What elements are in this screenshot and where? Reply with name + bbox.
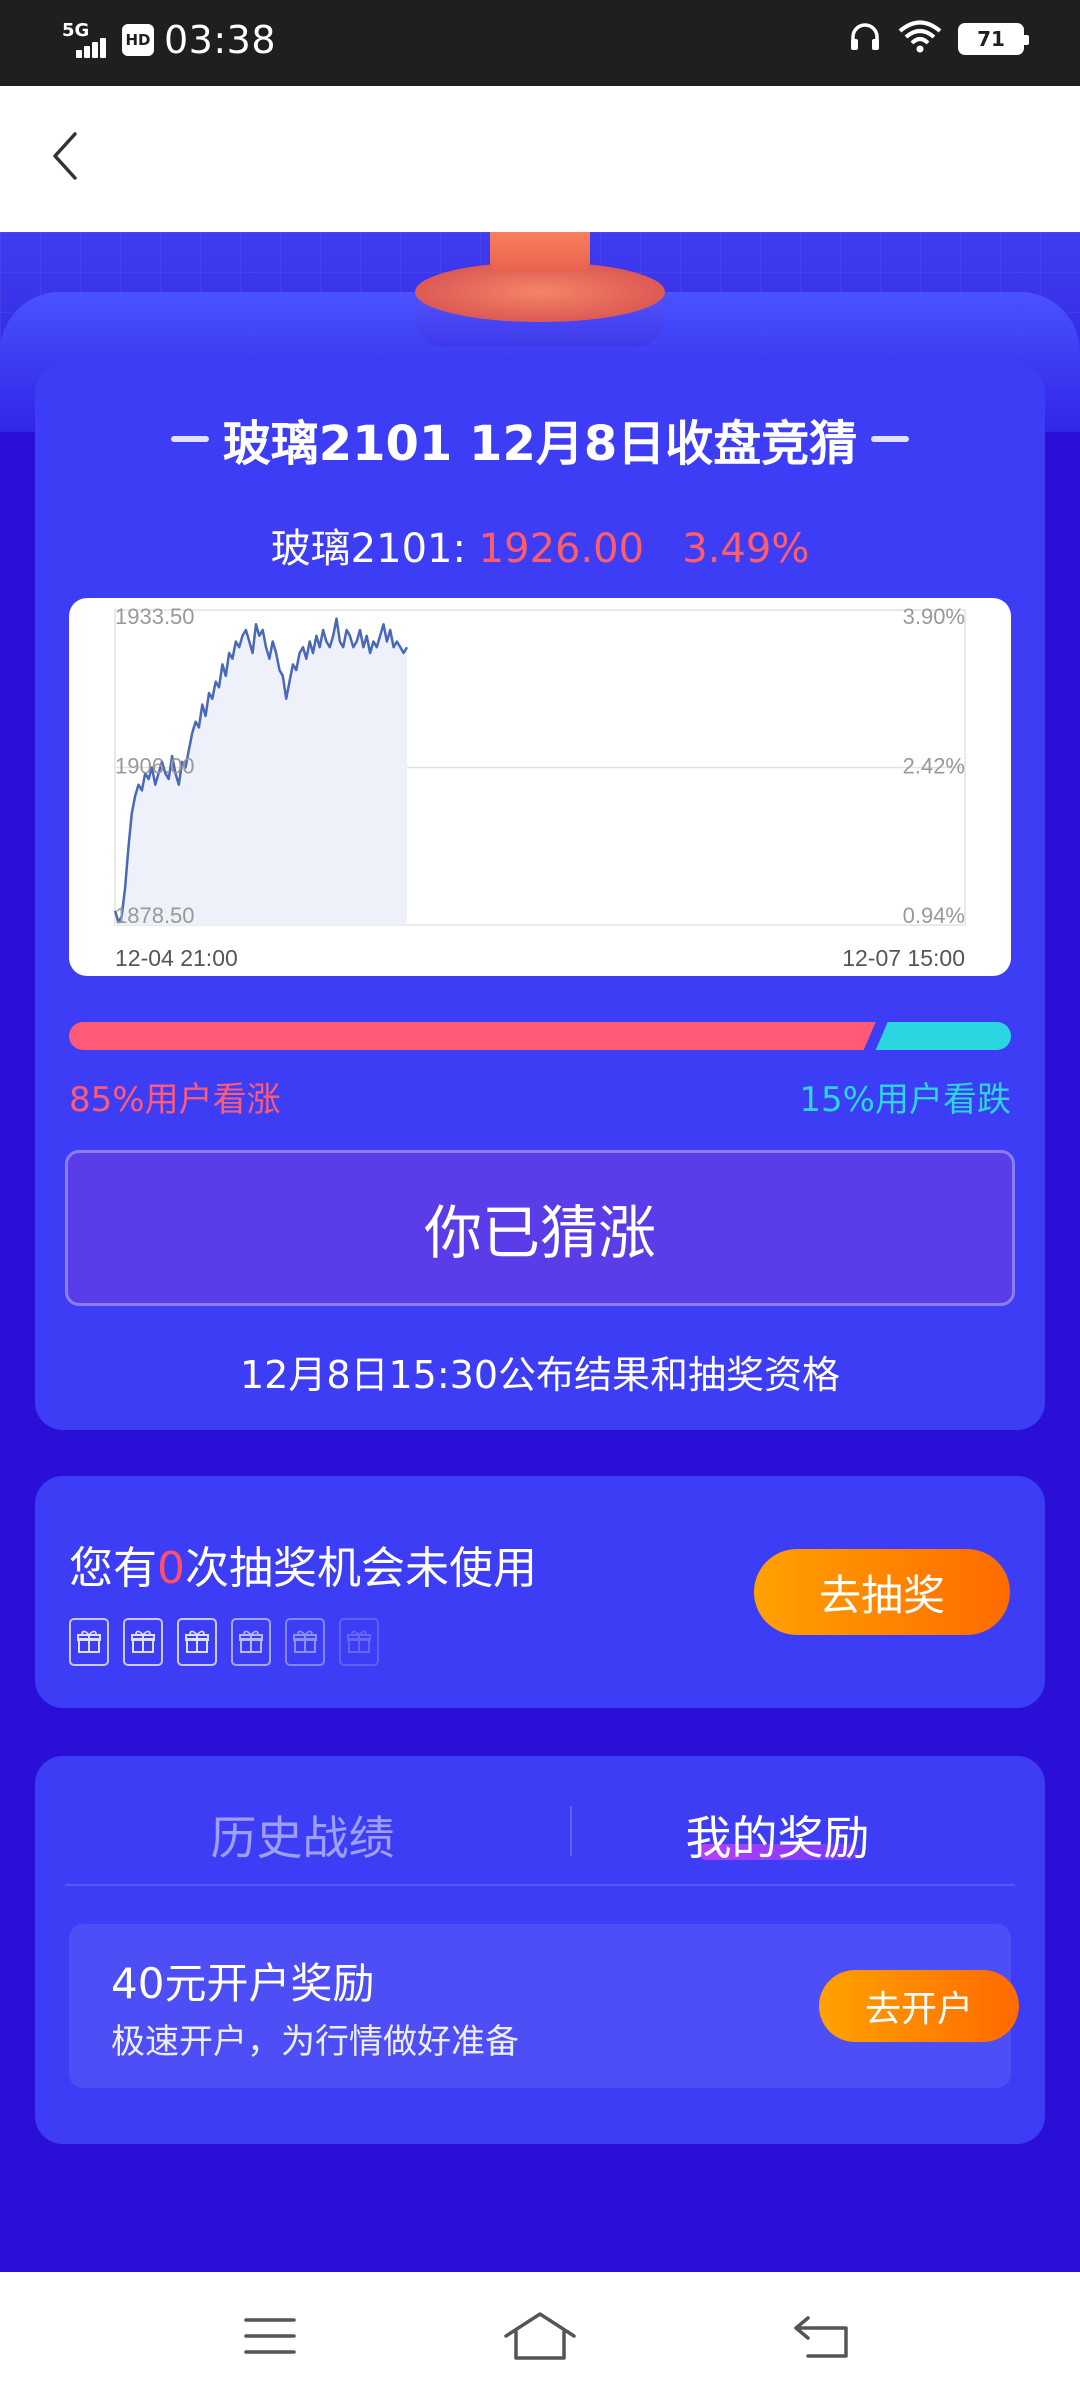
gift-icon [339, 1618, 379, 1666]
wifi-icon [898, 20, 942, 58]
bear-ratio-label: 15%用户看跌 [799, 1080, 1011, 1120]
reward-item: 40元开户奖励 极速开户，为行情做好准备 去开户 [69, 1924, 1019, 2088]
reward-title: 40元开户奖励 [111, 1959, 375, 2008]
announce-text: 12月8日15:30公布结果和抽奖资格 [239, 1353, 841, 1397]
gift-icon [285, 1618, 325, 1666]
tab-history[interactable]: 历史战绩 [65, 1802, 540, 1868]
podium-illustration [415, 232, 665, 347]
return-icon [794, 2316, 848, 2358]
gift-row [69, 1618, 379, 1666]
clock: 03:38 [164, 18, 277, 62]
network-type: 5G [62, 20, 90, 41]
price-row: 玻璃2101: 1926.00 3.49% [35, 516, 1045, 574]
lottery-chances-text: 您有0次抽奖机会未使用 [69, 1543, 537, 1594]
current-price: 1926.00 [478, 526, 645, 572]
price-change: 3.49% [682, 526, 810, 572]
y-tick-label-right: 3.90% [903, 604, 965, 629]
battery-icon: 71 [958, 23, 1029, 55]
chevron-left-icon [53, 132, 77, 180]
headphone-icon [848, 20, 882, 58]
sentiment-ratio-bar [69, 1022, 1011, 1050]
tab-my-rewards[interactable]: 我的奖励 [540, 1802, 1015, 1868]
system-nav-bar [0, 2272, 1080, 2400]
return-button[interactable] [782, 2306, 862, 2366]
back-button[interactable] [36, 126, 96, 186]
x-tick-label: 12-04 21:00 [115, 945, 238, 971]
gift-icon [177, 1618, 217, 1666]
y-tick-label-right: 0.94% [903, 903, 965, 928]
hd-icon: HD [122, 24, 154, 56]
lottery-count: 0 [157, 1543, 185, 1594]
gift-icon [123, 1618, 163, 1666]
x-tick-label: 12-07 15:00 [842, 945, 965, 971]
signal-icon: 5G [62, 18, 112, 62]
menu-icon [244, 2318, 296, 2354]
tab-bar: 历史战绩 我的奖励 [65, 1756, 1015, 1886]
reward-subtitle: 极速开户，为行情做好准备 [111, 2022, 519, 2062]
guess-status-button[interactable]: 你已猜涨 [65, 1150, 1015, 1306]
y-tick-label-left: 1878.50 [115, 903, 195, 928]
gift-icon [69, 1618, 109, 1666]
guess-card: 玻璃2101 12月8日收盘竞猜 玻璃2101: 1926.00 3.49% 1… [35, 364, 1045, 1430]
open-account-button[interactable]: 去开户 [819, 1970, 1019, 2042]
y-tick-label-left: 1933.50 [115, 604, 195, 629]
price-chart: 1933.50 1906.00 1878.50 3.90% 2.42% 0.94% 12-0… [69, 598, 1011, 976]
instrument-label: 玻璃2101: [270, 526, 466, 572]
gift-icon [231, 1618, 271, 1666]
status-bar: 5G HD 03:38 71 [0, 0, 1080, 86]
y-tick-label-left: 1906.00 [115, 754, 195, 779]
home-button[interactable] [500, 2306, 580, 2366]
bear-bar [875, 1022, 1011, 1050]
draw-lottery-button[interactable]: 去抽奖 [754, 1549, 1010, 1635]
bull-ratio-label: 85%用户看涨 [69, 1080, 281, 1120]
app-bar [0, 86, 1080, 232]
records-card: 历史战绩 我的奖励 40元开户奖励 极速开户，为行情做好准备 去开户 [35, 1756, 1045, 2144]
y-tick-label-right: 2.42% [903, 754, 965, 779]
bull-bar [69, 1022, 876, 1050]
contest-title: 玻璃2101 12月8日收盘竞猜 [222, 416, 858, 472]
menu-button[interactable] [230, 2306, 310, 2366]
home-icon [504, 2312, 576, 2360]
lottery-card: 您有0次抽奖机会未使用 去抽奖 [35, 1476, 1045, 1708]
